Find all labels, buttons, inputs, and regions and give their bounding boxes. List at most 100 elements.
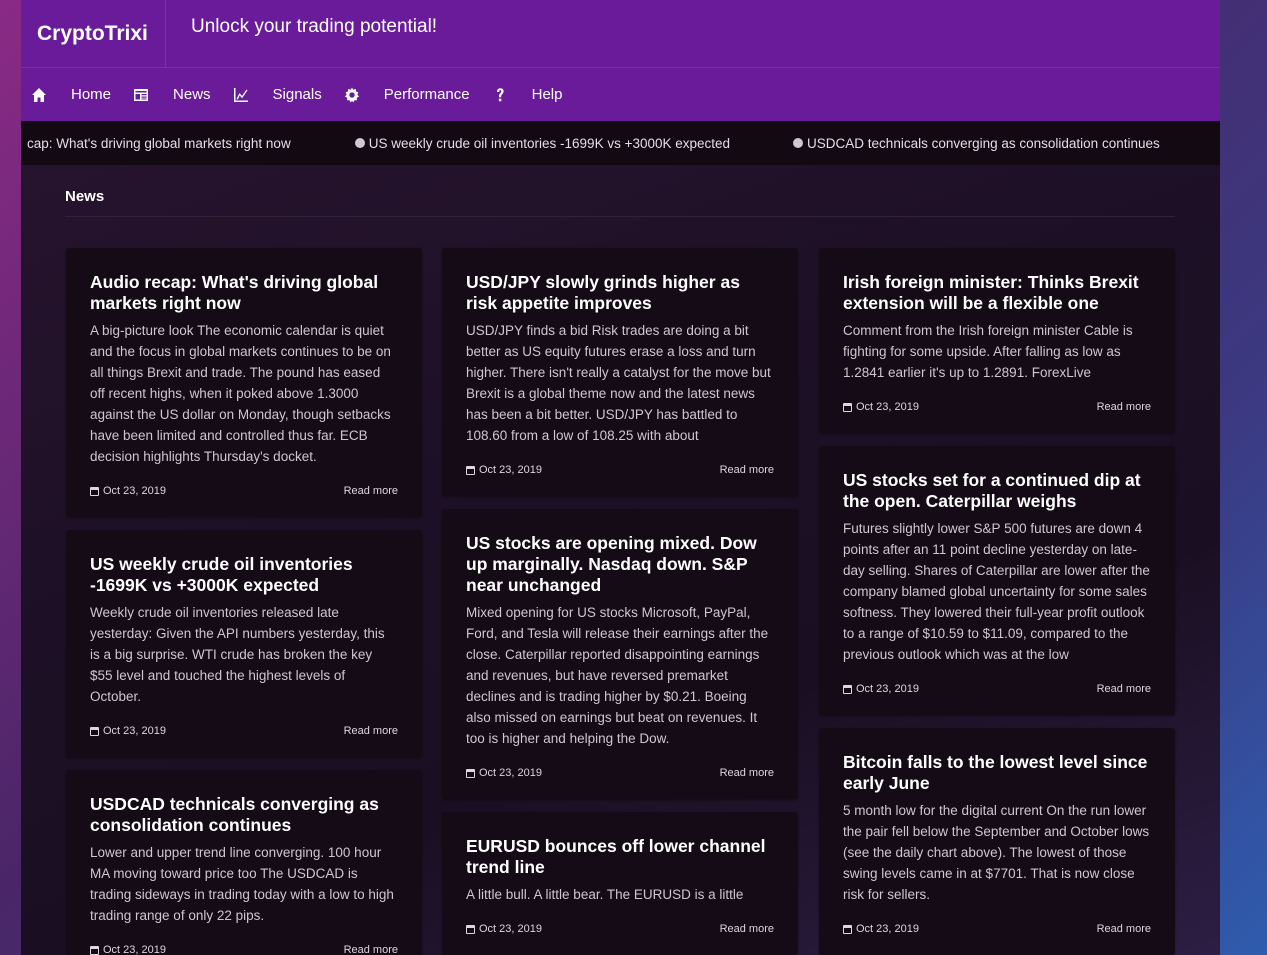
card-body: A little bull. A little bear. The EURUSD… [466, 887, 744, 902]
card-date: Oct 23, 2019 [90, 725, 166, 737]
card-body: Comment from the Irish foreign minister … [843, 323, 1133, 380]
nav-performance-label: Performance [383, 86, 470, 103]
bullet-icon [793, 138, 804, 148]
question-icon [482, 68, 518, 121]
news-card[interactable]: US stocks are opening mixed. Dow up marg… [442, 509, 798, 799]
card-date-text: Oct 23, 2019 [479, 767, 542, 779]
read-more-link[interactable]: Read more [344, 944, 398, 955]
nav-signals-label: Signals [272, 86, 322, 103]
calendar-icon [90, 945, 99, 955]
read-more-link[interactable]: Read more [720, 464, 774, 476]
ticker-item[interactable]: USDCAD technicals converging as consolid… [793, 136, 1160, 151]
news-card[interactable]: USDCAD technicals converging as consolid… [66, 770, 422, 955]
card-footer: Oct 23, 2019 Read more [90, 944, 398, 955]
calendar-icon [466, 924, 475, 934]
news-card[interactable]: Audio recap: What's driving global marke… [66, 248, 422, 517]
home-icon [21, 68, 57, 121]
ticker-text: cap: What's driving global markets right… [27, 135, 291, 151]
news-card[interactable]: USD/JPY slowly grinds higher as risk app… [442, 248, 798, 496]
news-card[interactable]: Bitcoin falls to the lowest level since … [819, 728, 1175, 955]
ticker-item[interactable]: cap: What's driving global markets right… [27, 136, 291, 151]
nav-home-label: Home [71, 86, 112, 103]
nav-signals[interactable]: Signals [223, 68, 334, 121]
card-date: Oct 23, 2019 [843, 683, 919, 695]
card-body: Weekly crude oil inventories released la… [90, 605, 385, 704]
nav-performance[interactable]: Performance [334, 68, 482, 121]
news-column-3: Irish foreign minister: Thinks Brexit ex… [819, 248, 1175, 955]
card-title[interactable]: US stocks are opening mixed. Dow up marg… [466, 533, 774, 596]
gear-icon [334, 68, 370, 121]
header: CryptoTrixi Unlock your trading potentia… [21, 0, 1220, 68]
card-date-text: Oct 23, 2019 [856, 401, 919, 413]
calendar-icon [90, 726, 99, 736]
card-body: USD/JPY finds a bid Risk trades are doin… [466, 323, 771, 443]
card-title[interactable]: US stocks set for a continued dip at the… [843, 470, 1151, 512]
card-date: Oct 23, 2019 [466, 923, 542, 935]
card-date: Oct 23, 2019 [466, 464, 542, 476]
card-title[interactable]: Bitcoin falls to the lowest level since … [843, 752, 1151, 794]
nav-news[interactable]: News [123, 68, 223, 121]
read-more-link[interactable]: Read more [1097, 683, 1151, 695]
tagline: Unlock your trading potential! [191, 15, 438, 37]
chart-icon [223, 68, 259, 121]
card-body: Lower and upper trend line converging. 1… [90, 845, 394, 923]
ticker-text: USDCAD technicals converging as consolid… [807, 135, 1160, 151]
news-ticker: cap: What's driving global markets right… [21, 121, 1220, 165]
nav-home[interactable]: Home [21, 68, 123, 121]
read-more-link[interactable]: Read more [344, 485, 398, 497]
read-more-link[interactable]: Read more [720, 923, 774, 935]
card-date-text: Oct 23, 2019 [479, 464, 542, 476]
card-body: Futures slightly lower S&P 500 futures a… [843, 521, 1150, 662]
calendar-icon [843, 402, 852, 412]
news-card[interactable]: US stocks set for a continued dip at the… [819, 446, 1175, 715]
calendar-icon [90, 486, 99, 496]
card-title[interactable]: USDCAD technicals converging as consolid… [90, 794, 398, 836]
newspaper-icon [123, 68, 159, 121]
card-date-text: Oct 23, 2019 [856, 923, 919, 935]
card-footer: Oct 23, 2019 Read more [466, 464, 774, 476]
card-date: Oct 23, 2019 [843, 923, 919, 935]
card-date: Oct 23, 2019 [90, 944, 166, 955]
card-date: Oct 23, 2019 [843, 401, 919, 413]
read-more-link[interactable]: Read more [344, 725, 398, 737]
nav-news-label: News [173, 86, 211, 103]
card-footer: Oct 23, 2019 Read more [843, 683, 1151, 695]
bullet-icon [354, 138, 365, 148]
card-title[interactable]: US weekly crude oil inventories -1699K v… [90, 554, 398, 596]
ticker-item[interactable]: US weekly crude oil inventories -1699K v… [354, 135, 731, 151]
app-window: CryptoTrixi Unlock your trading potentia… [21, 0, 1220, 955]
brand-logo[interactable]: CryptoTrixi [21, 0, 166, 67]
news-card[interactable]: US weekly crude oil inventories -1699K v… [66, 530, 422, 757]
section-divider [65, 216, 1175, 217]
card-title[interactable]: Audio recap: What's driving global marke… [90, 272, 398, 314]
card-footer: Oct 23, 2019 Read more [90, 485, 398, 497]
ticker-text: US weekly crude oil inventories -1699K v… [368, 135, 731, 151]
card-footer: Oct 23, 2019 Read more [90, 725, 398, 737]
news-card[interactable]: Irish foreign minister: Thinks Brexit ex… [819, 248, 1175, 433]
calendar-icon [466, 465, 475, 475]
card-title[interactable]: USD/JPY slowly grinds higher as risk app… [466, 272, 774, 314]
main-nav: Home News Signals Performance Help [21, 68, 1220, 121]
card-body: 5 month low for the digital current On t… [843, 803, 1150, 902]
card-date: Oct 23, 2019 [466, 767, 542, 779]
read-more-link[interactable]: Read more [1097, 923, 1151, 935]
calendar-icon [843, 924, 852, 934]
read-more-link[interactable]: Read more [720, 767, 774, 779]
read-more-link[interactable]: Read more [1097, 401, 1151, 413]
card-date-text: Oct 23, 2019 [103, 944, 166, 955]
card-title[interactable]: Irish foreign minister: Thinks Brexit ex… [843, 272, 1151, 314]
nav-help[interactable]: Help [482, 68, 575, 121]
card-date-text: Oct 23, 2019 [479, 923, 542, 935]
card-date-text: Oct 23, 2019 [103, 485, 166, 497]
calendar-icon [843, 684, 852, 694]
card-footer: Oct 23, 2019 Read more [843, 401, 1151, 413]
card-date-text: Oct 23, 2019 [103, 725, 166, 737]
card-footer: Oct 23, 2019 Read more [466, 923, 774, 935]
card-body: A big-picture look The economic calendar… [90, 323, 391, 464]
news-card[interactable]: EURUSD bounces off lower channel trend l… [442, 812, 798, 955]
card-title[interactable]: EURUSD bounces off lower channel trend l… [466, 836, 774, 878]
card-footer: Oct 23, 2019 Read more [466, 767, 774, 779]
card-date-text: Oct 23, 2019 [856, 683, 919, 695]
news-column-2: USD/JPY slowly grinds higher as risk app… [442, 248, 798, 955]
section-title: News [65, 188, 105, 205]
